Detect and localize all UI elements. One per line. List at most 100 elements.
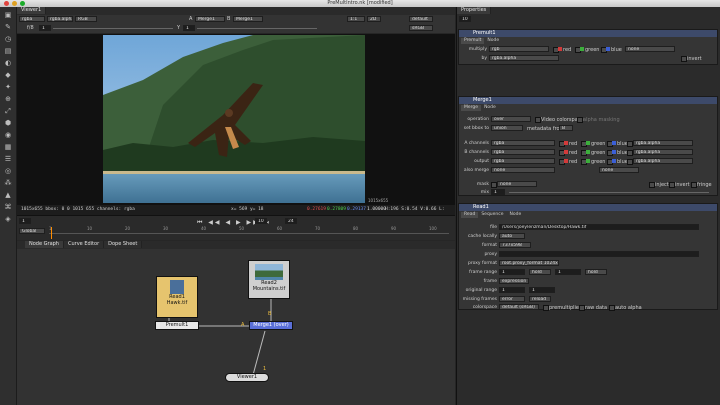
channel-set-select[interactable]: rgba <box>19 16 45 22</box>
output-select[interactable]: rgba <box>491 158 555 164</box>
colorspace-select-read[interactable]: default (sRGB) <box>499 304 539 310</box>
keyer-icon[interactable]: ✦ <box>4 83 12 91</box>
tab-dope-sheet[interactable]: Dope Sheet <box>104 241 143 248</box>
time-icon[interactable]: ◷ <box>4 35 12 43</box>
other-icon[interactable]: ◎ <box>4 167 12 175</box>
operation-select[interactable]: over <box>491 116 531 122</box>
a-channels-select[interactable]: rgba <box>491 140 555 146</box>
frame-field[interactable]: 1 <box>19 218 31 224</box>
minimize-icon[interactable] <box>12 1 17 6</box>
fps-field[interactable]: 24 <box>285 218 297 224</box>
view-mode-select[interactable]: 2D <box>367 16 381 22</box>
image-icon[interactable]: ▣ <box>4 11 12 19</box>
max-panels-field[interactable]: 10 <box>459 16 471 22</box>
filter-icon[interactable]: ◆ <box>4 71 12 79</box>
also-merge-select[interactable]: none <box>491 167 555 173</box>
timeline-tick: 60 <box>277 226 283 231</box>
merge-icon[interactable]: ⊕ <box>4 95 12 103</box>
gamma-field[interactable]: 1 <box>183 25 195 31</box>
format-select[interactable]: 737x598 <box>499 242 531 248</box>
close-icon[interactable] <box>4 1 9 6</box>
particles-icon[interactable]: ⁂ <box>4 179 12 187</box>
b-channels-select[interactable]: rgba <box>491 149 555 155</box>
merge-node[interactable]: Merge1 (over) <box>249 321 293 330</box>
gamma-label: Y <box>177 25 181 31</box>
also-merge-select-2[interactable]: none <box>599 167 639 173</box>
tab-read[interactable]: Read <box>461 212 479 218</box>
transform-icon[interactable]: ⤢ <box>4 107 12 115</box>
reload-button[interactable]: reload <box>529 296 551 302</box>
proxy-format-select[interactable]: root.proxy_format 1024x778 <box>499 260 559 266</box>
resolution-label: 1015x655 <box>368 198 389 203</box>
metadata-icon[interactable]: ▦ <box>4 143 12 151</box>
alpha-channel-select[interactable]: rgba.alpha <box>633 140 693 146</box>
input-b-select[interactable]: Merge1 <box>233 16 263 22</box>
tab-properties[interactable]: Properties <box>457 7 492 14</box>
tab-viewer1[interactable]: Viewer1 <box>17 7 47 14</box>
timeline-track[interactable] <box>49 233 449 234</box>
gamma-slider[interactable] <box>197 28 317 29</box>
channel-icon[interactable]: ▤ <box>4 47 12 55</box>
tab-premult-node[interactable]: Node <box>484 38 502 44</box>
display-select[interactable]: RGB <box>75 16 97 22</box>
views-icon[interactable]: ◉ <box>4 131 12 139</box>
by-select[interactable]: rgba.alpha <box>489 55 559 61</box>
zoom-select[interactable]: 1:1 <box>347 16 365 22</box>
increment-field[interactable]: 10 <box>255 218 267 224</box>
tab-read-node[interactable]: Node <box>507 212 525 218</box>
alpha-channel-select[interactable]: rgba.alpha <box>633 158 693 164</box>
frame-start-field[interactable]: 1 <box>499 269 525 275</box>
metadata-select[interactable]: B <box>559 125 573 131</box>
merge-panel-header[interactable]: Merge1 <box>459 97 717 104</box>
read2-node[interactable]: Read2 Mountains.tif <box>248 260 290 299</box>
orig-end-field[interactable]: 1 <box>529 287 555 293</box>
frame-mode-select[interactable]: expression <box>499 278 529 284</box>
orig-start-field[interactable]: 1 <box>499 287 525 293</box>
read-panel-header[interactable]: Read1 <box>459 204 717 211</box>
file-field[interactable]: /Users/joeylenzman/Desktop/Hawk.tif <box>499 224 699 230</box>
tab-sequence[interactable]: Sequence <box>478 212 506 218</box>
alpha-channel-select[interactable]: rgba.alpha <box>633 149 693 155</box>
multiply-select[interactable]: rgb <box>489 46 549 52</box>
mix-slider[interactable] <box>509 192 709 193</box>
missing-frames-select[interactable]: error <box>499 296 525 302</box>
furnace-icon[interactable]: ▲ <box>4 191 12 199</box>
input-a-select[interactable]: Merge1 <box>195 16 225 22</box>
premult-node[interactable]: Premult1 <box>155 321 199 330</box>
tab-curve-editor[interactable]: Curve Editor <box>63 241 105 248</box>
lut-select[interactable]: default <box>409 16 433 22</box>
tab-merge[interactable]: Merge <box>461 105 482 111</box>
nuke-icon[interactable]: ◈ <box>4 215 12 223</box>
zoom-icon[interactable] <box>20 1 25 6</box>
frame-end-field[interactable]: 1 <box>555 269 581 275</box>
toolsets-icon[interactable]: ☰ <box>4 155 12 163</box>
colorspace-select[interactable]: sRGB <box>409 25 433 31</box>
read1-node[interactable]: Read1 Hawk.tif <box>156 276 198 318</box>
color-icon[interactable]: ◐ <box>4 59 12 67</box>
cache-select[interactable]: auto <box>499 233 525 239</box>
premult-panel-header[interactable]: Premult1 <box>459 30 717 37</box>
viewer-image <box>103 35 365 203</box>
gain-slider[interactable] <box>53 28 173 29</box>
by-label: by <box>481 56 487 61</box>
gizmo-icon[interactable]: ⌘ <box>4 203 12 211</box>
draw-icon[interactable]: ✎ <box>4 23 12 31</box>
viewer-node[interactable]: Viewer1 <box>225 373 269 382</box>
tab-merge-node[interactable]: Node <box>481 105 499 111</box>
hold-after-select[interactable]: hold <box>585 269 607 275</box>
alpha-channel-select[interactable]: rgba.alpha <box>47 16 73 22</box>
tab-node-graph[interactable]: Node Graph <box>25 241 64 248</box>
bbox-select[interactable]: union <box>491 125 523 131</box>
timeline-tick: 90 <box>391 226 397 231</box>
mix-field[interactable]: 1 <box>491 189 505 195</box>
hold-before-select[interactable]: hold <box>529 269 551 275</box>
range-mode-select[interactable]: Global <box>19 228 45 234</box>
tab-premult[interactable]: Premult <box>461 38 485 44</box>
proxy-field[interactable] <box>499 251 699 257</box>
3d-icon[interactable]: ⬢ <box>4 119 12 127</box>
node-graph[interactable]: Read1 Hawk.tif Read2 Mountains.tif Premu… <box>17 249 455 405</box>
none-select[interactable]: none <box>625 46 675 52</box>
mask-select[interactable]: none <box>497 181 537 187</box>
info-xy: x= 569 y= 18 <box>231 207 264 212</box>
gain-field[interactable]: 1 <box>39 25 51 31</box>
